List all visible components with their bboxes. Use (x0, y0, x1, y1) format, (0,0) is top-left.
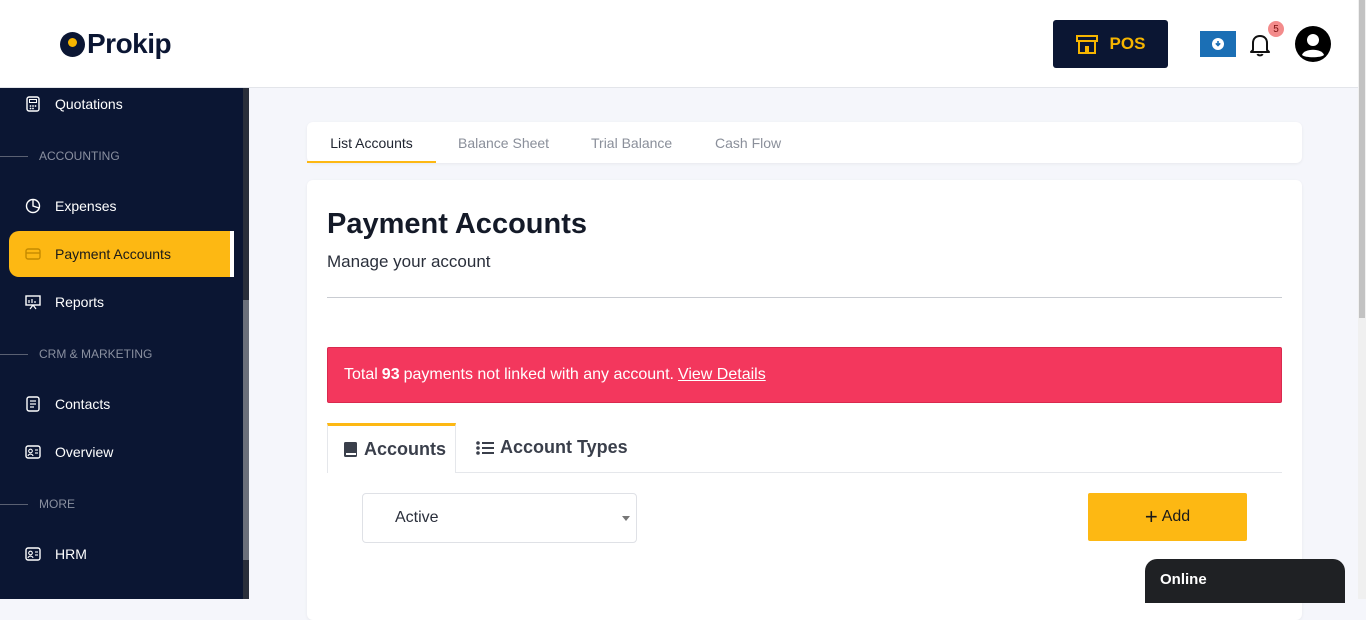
card-icon (25, 246, 41, 262)
status-filter-select[interactable]: Active (362, 493, 637, 543)
view-details-link[interactable]: View Details (678, 366, 766, 384)
brand-logo[interactable]: Prokip (60, 28, 172, 60)
list-icon (476, 440, 494, 455)
sidebar-item-expenses[interactable]: Expenses (9, 183, 231, 229)
tab-trial-balance[interactable]: Trial Balance (591, 122, 672, 163)
presentation-icon (25, 294, 41, 310)
sidebar-item-overview[interactable]: Overview (9, 429, 231, 475)
sidebar-item-label: Reports (55, 294, 105, 310)
sidebar-section-accounting: ACCOUNTING (0, 148, 243, 164)
chat-widget[interactable]: Online (1145, 559, 1345, 603)
tab-balance-sheet[interactable]: Balance Sheet (458, 122, 549, 163)
sidebar-item-payment-accounts[interactable]: Payment Accounts (9, 231, 234, 277)
sidebar-section-more: MORE (0, 496, 243, 512)
sidebar-scrollbar-thumb[interactable] (243, 300, 249, 560)
sidebar-item-label: Payment Accounts (55, 246, 171, 262)
main-card: Payment Accounts Manage your account Tot… (307, 180, 1302, 620)
sidebar-item-label: Expenses (55, 198, 117, 214)
alert-prefix: Total (344, 366, 378, 383)
id-card-icon (25, 444, 41, 460)
sidebar-item-label: Overview (55, 444, 114, 460)
add-button-label: Add (1161, 508, 1191, 525)
calculator-icon (25, 96, 41, 112)
sidebar-item-contacts[interactable]: Contacts (9, 381, 231, 427)
page-subtitle: Manage your account (327, 252, 491, 271)
plus-icon: + (1144, 504, 1158, 529)
brand-name: Prokip (87, 28, 172, 59)
logo-mark-icon (60, 31, 85, 57)
add-account-button[interactable]: + Add (1088, 493, 1247, 541)
store-icon (1075, 35, 1098, 54)
tab-list-accounts[interactable]: List Accounts (307, 122, 436, 163)
accounts-tabs: List Accounts Balance Sheet Trial Balanc… (307, 122, 1302, 163)
divider (327, 297, 1282, 298)
pos-button[interactable]: POS (1053, 20, 1168, 68)
user-avatar-icon[interactable] (1295, 26, 1331, 62)
page-title: Payment Accounts (327, 208, 587, 240)
sidebar-item-label: HRM (55, 546, 87, 562)
unlinked-payments-alert: Total 93 payments not linked with any ac… (327, 347, 1282, 403)
pie-chart-icon (25, 198, 41, 214)
sidebar: Quotations ACCOUNTING Expenses Payment A… (0, 88, 243, 599)
download-button[interactable] (1200, 31, 1236, 57)
pos-button-label: POS (1109, 34, 1146, 53)
sidebar-item-quotations[interactable]: Quotations (9, 81, 231, 127)
alert-count: 93 (381, 366, 400, 383)
notification-badge: 5 (1268, 21, 1284, 37)
bell-icon[interactable] (1248, 32, 1272, 58)
chevron-down-icon (622, 516, 630, 521)
chat-status: Online (1160, 571, 1207, 588)
subtab-accounts[interactable]: Accounts (327, 423, 456, 473)
sidebar-item-hrm[interactable]: HRM (9, 531, 231, 577)
page-scrollbar-thumb[interactable] (1359, 0, 1365, 318)
subtab-account-types[interactable]: Account Types (476, 423, 628, 472)
id-card-icon (25, 546, 41, 562)
tab-cash-flow[interactable]: Cash Flow (715, 122, 781, 163)
book-icon (344, 442, 357, 457)
sidebar-section-crm: CRM & MARKETING (0, 346, 243, 362)
alert-text: payments not linked with any account. (403, 366, 674, 383)
sidebar-item-label: Quotations (55, 96, 123, 112)
contacts-icon (25, 396, 41, 412)
download-icon (1212, 38, 1224, 50)
sidebar-item-reports[interactable]: Reports (9, 279, 231, 325)
status-filter-value: Active (395, 509, 439, 526)
account-subtabs: Accounts Account Types (327, 423, 1282, 473)
top-header: Prokip POS 5 (0, 0, 1358, 88)
sidebar-item-label: Contacts (55, 396, 111, 412)
